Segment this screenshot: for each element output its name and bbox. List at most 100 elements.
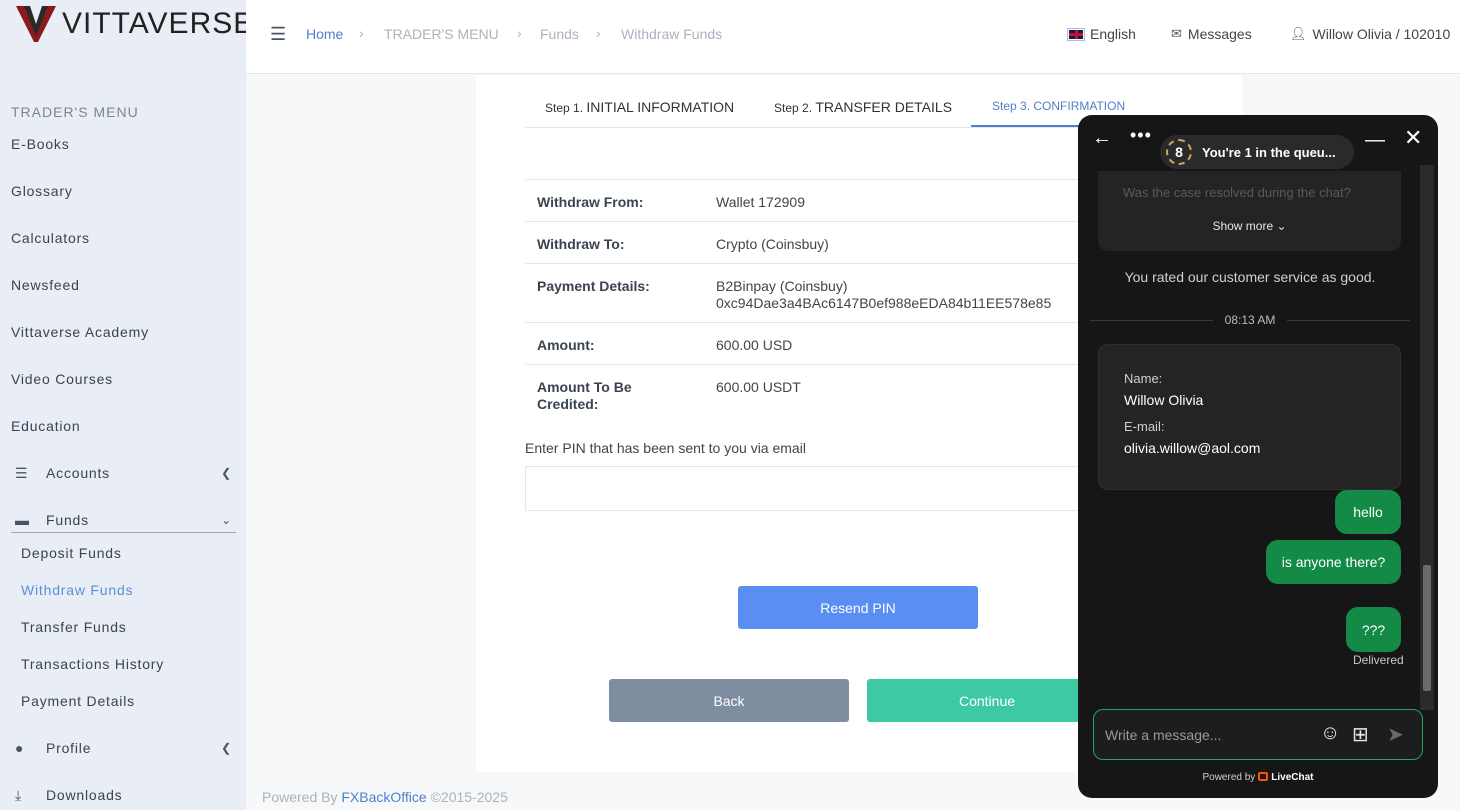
queue-text: You're 1 in the queu... <box>1202 144 1336 160</box>
chat-message-bubble: hello <box>1335 490 1401 534</box>
pin-label: Enter PIN that has been sent to you via … <box>525 440 806 456</box>
survey-question: Was the case resolved during the chat? <box>1123 185 1351 200</box>
attach-plus-icon[interactable]: ⊞ <box>1352 722 1369 747</box>
sidebar-group-accounts[interactable]: ☰ Accounts ❮ <box>11 460 236 486</box>
wallet-address: 0xc94Dae3a4BAc6147B0ef988eEDA84b11EE578e… <box>716 295 1052 311</box>
sidebar-item-deposit-funds[interactable]: Deposit Funds <box>21 545 122 561</box>
payment-method: B2Binpay (Coinsbuy) <box>716 278 848 294</box>
rating-note: You rated our customer service as good. <box>1124 269 1376 285</box>
withdraw-details-table: Withdraw From: Wallet 172909 Withdraw To… <box>525 179 1085 427</box>
steps-bar: Step 1. INITIAL INFORMATION Step 2. TRAN… <box>525 88 1165 128</box>
email-value: olivia.willow@aol.com <box>1124 440 1261 456</box>
step-1-tab[interactable]: Step 1. INITIAL INFORMATION <box>545 99 734 115</box>
step-label: CONFIRMATION <box>1033 99 1126 113</box>
resend-pin-button[interactable]: Resend PIN <box>738 586 978 629</box>
sidebar-group-profile[interactable]: ● Profile ❮ <box>11 735 236 761</box>
footer-prefix: Powered By <box>262 789 338 805</box>
detail-value: Wallet 172909 <box>716 194 805 210</box>
chevron-down-icon: ⌄ <box>221 512 232 527</box>
detail-value: Crypto (Coinsbuy) <box>716 236 829 252</box>
step-2-tab[interactable]: Step 2. TRANSFER DETAILS <box>774 99 952 115</box>
footer-years: ©2015-2025 <box>430 789 508 805</box>
emoji-icon[interactable]: ☺ <box>1320 722 1340 745</box>
sidebar-item-transactions-history[interactable]: Transactions History <box>21 656 164 672</box>
menu-heading: TRADER'S MENU <box>11 104 139 120</box>
sidebar-item-withdraw-funds[interactable]: Withdraw Funds <box>21 582 133 598</box>
breadcrumb-funds[interactable]: Funds <box>540 26 579 42</box>
language-label: English <box>1090 26 1136 42</box>
chevron-left-icon: ❮ <box>221 741 232 755</box>
send-icon[interactable]: ➤ <box>1387 722 1404 747</box>
messages-link[interactable]: ✉ Messages <box>1171 26 1252 42</box>
scrollbar-thumb[interactable] <box>1423 565 1431 691</box>
list-icon: ☰ <box>15 464 29 481</box>
uk-flag-icon <box>1067 27 1085 41</box>
chat-message-input[interactable]: Write a message... ☺ ⊞ ➤ <box>1093 709 1423 760</box>
user-icon: ● <box>15 740 25 756</box>
table-row: Amount To Be Credited: 600.00 USDT <box>525 365 1085 427</box>
table-row: Withdraw From: Wallet 172909 <box>525 180 1085 222</box>
chat-scrollbar[interactable] <box>1420 165 1434 710</box>
step-prefix: Step 3. <box>992 99 1034 113</box>
chat-message-bubble: is anyone there? <box>1266 540 1401 584</box>
table-row: Payment Details: B2Binpay (Coinsbuy) 0xc… <box>525 264 1085 323</box>
delivery-status: Delivered <box>1353 653 1404 667</box>
sidebar-item-payment-details[interactable]: Payment Details <box>21 693 135 709</box>
sidebar-group-funds[interactable]: ▬ Funds ⌄ <box>11 507 236 533</box>
name-label: Name: <box>1124 371 1163 386</box>
detail-label: Amount To Be Credited: <box>537 379 632 412</box>
sidebar-item-ebooks[interactable]: E-Books <box>11 136 70 152</box>
hamburger-menu-icon[interactable]: ☰ <box>270 24 286 45</box>
table-row: Withdraw To: Crypto (Coinsbuy) <box>525 222 1085 264</box>
sidebar-item-calculators[interactable]: Calculators <box>11 230 90 246</box>
breadcrumb-separator-icon: › <box>596 25 601 41</box>
logo[interactable]: VITTAVERSE <box>14 4 254 44</box>
email-label: E-mail: <box>1124 419 1165 434</box>
powered-by: Powered by LiveChat <box>1078 772 1438 783</box>
logo-text: VITTAVERSE <box>62 7 255 40</box>
breadcrumb-withdraw-funds: Withdraw Funds <box>621 26 723 42</box>
logo-mark-icon <box>16 6 56 42</box>
time-divider: 08:13 AM <box>1090 313 1411 327</box>
queue-status-pill: 8 You're 1 in the queu... <box>1160 135 1354 169</box>
livechat-widget: ← ••• 8 You're 1 in the queu... — ✕ Was … <box>1078 115 1438 798</box>
back-button[interactable]: Back <box>609 679 849 722</box>
queue-number: 8 <box>1166 139 1192 165</box>
detail-value: B2Binpay (Coinsbuy) 0xc94Dae3a4BAc6147B0… <box>716 278 1051 312</box>
powered-prefix: Powered by <box>1202 772 1256 783</box>
survey-card: Was the case resolved during the chat? S… <box>1098 171 1401 251</box>
sidebar-item-education[interactable]: Education <box>11 418 80 434</box>
continue-button[interactable]: Continue <box>867 679 1107 722</box>
sidebar-item-transfer-funds[interactable]: Transfer Funds <box>21 619 127 635</box>
page-footer: Powered By FXBackOffice ©2015-2025 <box>262 789 508 805</box>
table-row: Amount: 600.00 USD <box>525 323 1085 365</box>
breadcrumb-home[interactable]: Home <box>306 26 343 42</box>
sidebar-item-newsfeed[interactable]: Newsfeed <box>11 277 80 293</box>
top-header: ☰ Home › TRADER'S MENU › Funds › Withdra… <box>246 0 1460 74</box>
arrow-left-icon[interactable]: ← <box>1092 127 1112 150</box>
step-3-tab[interactable]: Step 3. CONFIRMATION <box>992 99 1125 113</box>
sidebar-group-label: Profile <box>46 740 92 756</box>
language-selector[interactable]: English <box>1067 26 1136 42</box>
breadcrumb-traders-menu[interactable]: TRADER'S MENU <box>384 26 499 42</box>
download-icon: ⤓ <box>15 786 22 803</box>
footer-brand-link[interactable]: FXBackOffice <box>341 789 426 805</box>
prechat-form-card: Name: Willow Olivia E-mail: olivia.willo… <box>1098 344 1401 490</box>
sidebar-item-glossary[interactable]: Glossary <box>11 183 73 199</box>
minimize-icon[interactable]: — <box>1365 129 1385 152</box>
sidebar-item-academy[interactable]: Vittaverse Academy <box>11 324 149 340</box>
detail-value: 600.00 USD <box>716 337 793 353</box>
user-menu[interactable]: 👤︎ Willow Olivia / 102010 <box>1290 26 1450 42</box>
detail-label: Payment Details: <box>537 278 650 294</box>
pin-input[interactable] <box>525 466 1085 511</box>
timestamp: 08:13 AM <box>1224 313 1276 327</box>
divider-line <box>1090 319 1213 321</box>
sidebar-group-label: Downloads <box>46 787 123 803</box>
close-icon[interactable]: ✕ <box>1404 125 1422 151</box>
sidebar-item-video-courses[interactable]: Video Courses <box>11 371 113 387</box>
user-outline-icon: 👤︎ <box>1290 26 1307 41</box>
more-options-icon[interactable]: ••• <box>1130 125 1152 146</box>
step-prefix: Step 2. <box>774 101 816 115</box>
sidebar-group-downloads[interactable]: ⤓ Downloads <box>11 782 236 808</box>
show-more-link[interactable]: Show more ⌄ <box>1098 219 1401 233</box>
